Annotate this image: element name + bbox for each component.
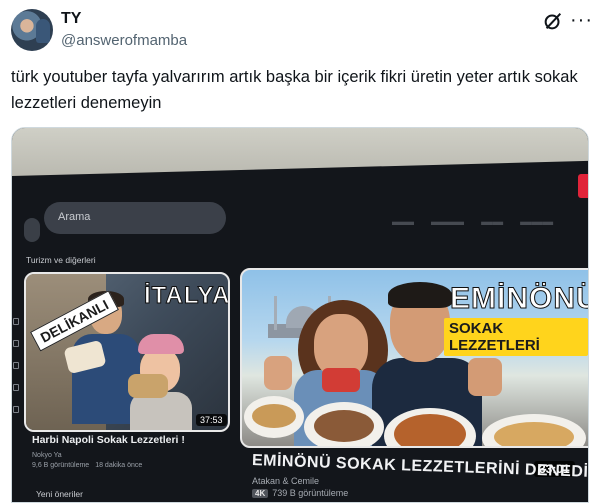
author-name[interactable]: TY [61, 10, 81, 28]
video2-thumbnail: EMİNÖNÜ SOKAK LEZZETLERİ [240, 268, 589, 448]
nav-icon [13, 318, 19, 325]
author-handle[interactable]: @answerofmamba [61, 32, 187, 49]
nav-icon [13, 384, 19, 391]
video1-channel: Nokyo Ya [32, 452, 62, 459]
video1-title: Harbi Napoli Sokak Lezzetleri ! [32, 434, 185, 446]
author-avatar[interactable] [11, 9, 53, 51]
post-text: türk youtuber tayfa yalvarırım artık baş… [11, 68, 578, 112]
youtube-red-tab [578, 174, 588, 198]
video2-views: 739 B görüntüleme [272, 488, 349, 498]
tv-category-tabs: ▬▬ ▬▬▬ ▬▬ ▬▬▬ [392, 216, 554, 228]
video1-duration: 37:53 [196, 414, 227, 426]
plate-sandwich [244, 396, 304, 438]
thumb1-banner-right: İTALYA [143, 282, 230, 310]
video1-meta: 9,6 B görüntüleme 18 dakika önce [32, 462, 142, 469]
thumb2-banner-bottom: SOKAK LEZZETLERİ [444, 318, 588, 356]
more-options-icon[interactable]: ··· [570, 9, 593, 32]
video1-thumbnail: DELİKANLI İTALYA [24, 272, 230, 432]
nav-icon [13, 340, 19, 347]
food-pizza [128, 374, 168, 398]
nav-icon [13, 362, 19, 369]
tv-section2-title: Yeni öneriler [36, 489, 83, 499]
video2-channel: Atakan & Cemile [252, 476, 320, 486]
post-media-photo[interactable]: Arama ▬▬ ▬▬▬ ▬▬ ▬▬▬ Turizm ve diğerleri … [11, 127, 589, 503]
video2-meta: 4K 739 B görüntüleme [252, 488, 348, 498]
quality-badge: 4K [252, 488, 269, 498]
grok-icon[interactable] [542, 10, 564, 32]
video1-views: 9,6 B görüntüleme [32, 462, 90, 469]
thumbs-up-hand [264, 356, 292, 390]
thumbs-up-hand [468, 358, 502, 396]
nav-icon [13, 406, 19, 413]
tv-section-title: Turizm ve diğerleri [26, 255, 96, 265]
video1-age: 18 dakika önce [95, 462, 143, 469]
tv-search-box: Arama [44, 202, 226, 234]
plate-doner [304, 402, 384, 446]
plate-toast [482, 414, 586, 446]
thumb2-banner-top: EMİNÖNÜ [450, 282, 589, 316]
thumb2-banner: EMİNÖNÜ [442, 280, 589, 318]
mic-icon [24, 218, 40, 242]
